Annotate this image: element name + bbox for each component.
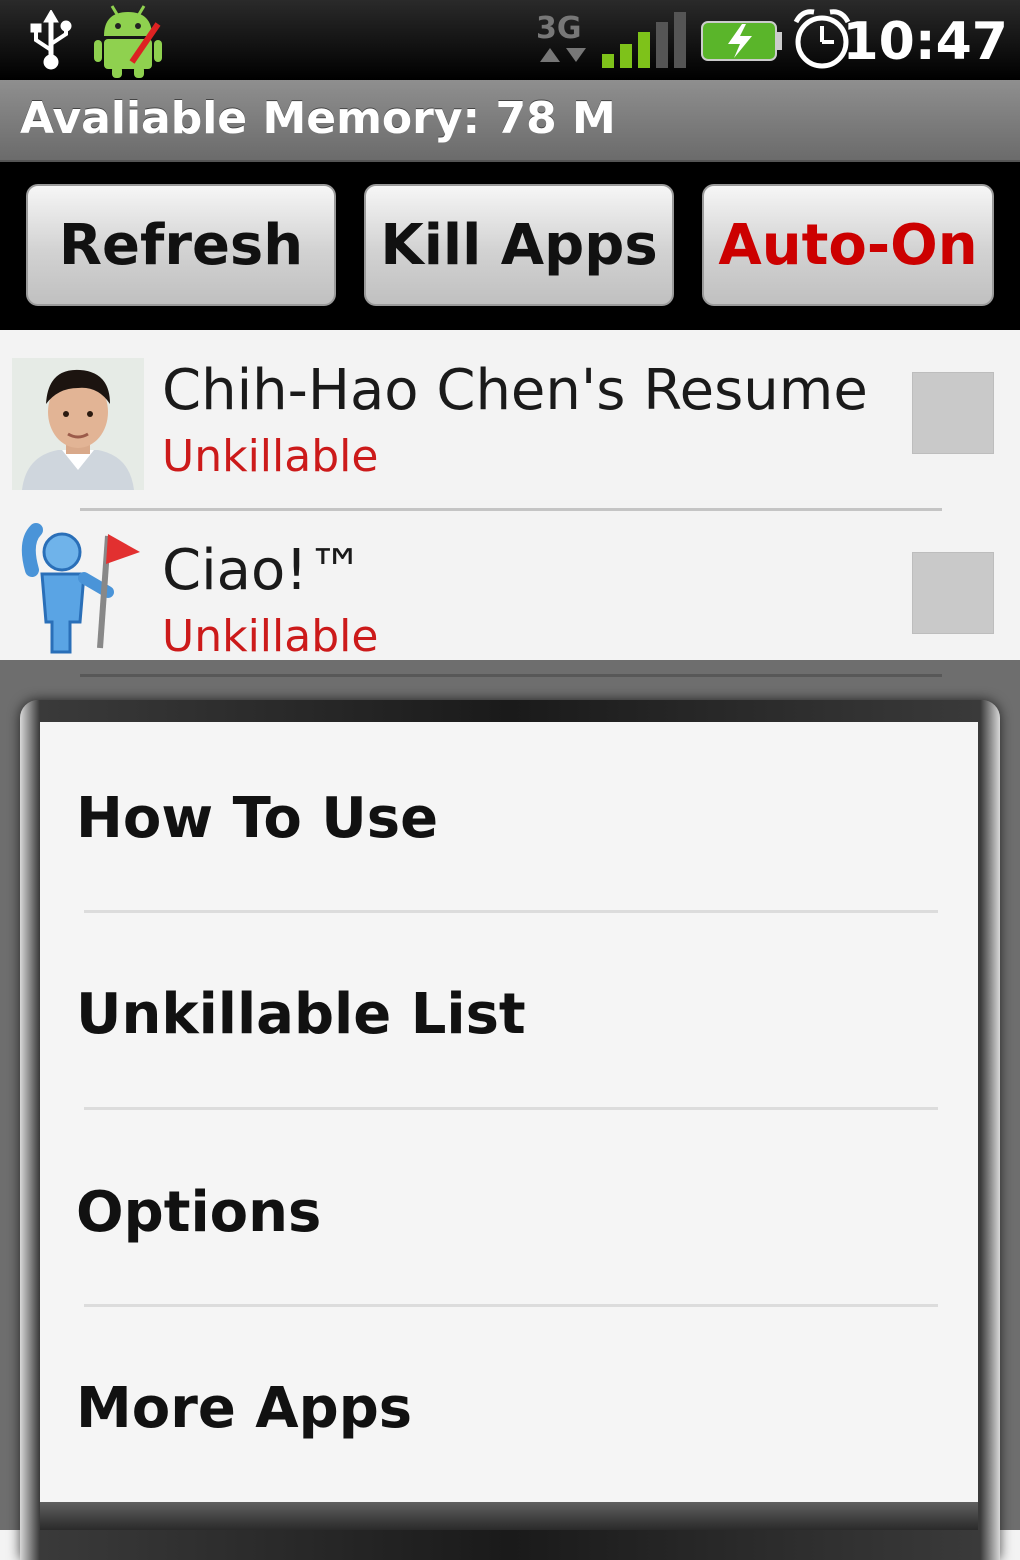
- app-name: Chih-Hao Chen's Resume: [162, 358, 868, 423]
- list-item[interactable]: Chih-Hao Chen's Resume Unkillable: [0, 330, 1020, 496]
- memory-bar: Avaliable Memory: 78 M: [0, 80, 1020, 162]
- menu-item-label: More Apps: [76, 1376, 413, 1441]
- android-notification-icon: [92, 2, 164, 82]
- status-bar: 3G 10:47: [0, 0, 1020, 80]
- resume-app-icon: [12, 358, 144, 490]
- menu-divider: [84, 1107, 938, 1110]
- action-button-row: Refresh Kill Apps Auto-On: [0, 162, 1020, 330]
- usb-icon: [26, 9, 76, 74]
- refresh-button[interactable]: Refresh: [26, 184, 336, 306]
- options-menu: How To Use Unkillable List Options More …: [40, 722, 978, 1502]
- menu-divider: [84, 1304, 938, 1307]
- app-checkbox[interactable]: [912, 372, 994, 454]
- list-item[interactable]: Ciao!™ Unkillable: [0, 510, 1020, 676]
- app-checkbox[interactable]: [912, 552, 994, 634]
- app-name: Ciao!™: [162, 538, 364, 603]
- menu-bottom-edge: [40, 1502, 978, 1530]
- menu-item-unkillable-list[interactable]: Unkillable List: [40, 918, 978, 1114]
- signal-strength-icon: [600, 10, 694, 74]
- app-status: Unkillable: [162, 611, 379, 662]
- battery-charging-icon: [700, 18, 784, 68]
- menu-item-options[interactable]: Options: [40, 1116, 978, 1312]
- app-status: Unkillable: [162, 431, 379, 482]
- menu-item-more-apps[interactable]: More Apps: [40, 1312, 978, 1508]
- status-clock: 10:47: [842, 12, 1008, 72]
- ciao-app-icon: [12, 522, 144, 654]
- menu-item-how-to-use[interactable]: How To Use: [40, 722, 978, 918]
- menu-item-label: Options: [76, 1180, 322, 1245]
- menu-divider: [84, 910, 938, 913]
- network-label: 3G: [536, 11, 582, 46]
- kill-apps-button[interactable]: Kill Apps: [364, 184, 674, 306]
- menu-item-label: How To Use: [76, 786, 439, 851]
- 3g-network-icon: 3G: [534, 8, 594, 72]
- auto-on-button[interactable]: Auto-On: [702, 184, 994, 306]
- available-memory-label: Avaliable Memory: 78 M: [20, 93, 616, 144]
- menu-item-label: Unkillable List: [76, 982, 526, 1047]
